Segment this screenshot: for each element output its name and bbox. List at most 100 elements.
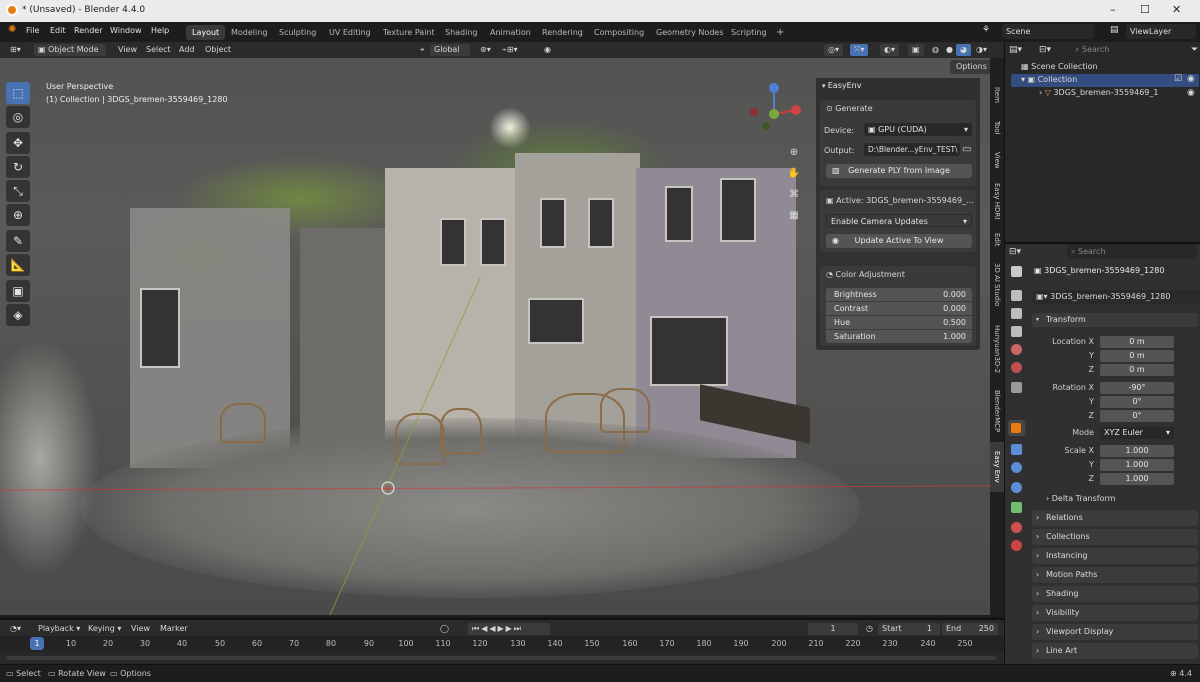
xray-icon[interactable]: ▣	[908, 44, 924, 56]
navigation-gizmo[interactable]	[748, 80, 808, 144]
properties-editor-icon[interactable]: ⊟▾	[1009, 247, 1021, 257]
rotation-y-field[interactable]: 0°	[1100, 396, 1174, 408]
timeline-editor-icon[interactable]: ◔▾	[6, 623, 25, 635]
tab-animation[interactable]: Animation	[484, 25, 537, 40]
ortho-grid-icon[interactable]: ▦	[786, 205, 802, 226]
menu-view[interactable]: View	[114, 44, 141, 56]
folder-icon[interactable]: ▭	[962, 144, 971, 155]
orientation-icon[interactable]: ⌖	[416, 44, 429, 56]
line-art-panel[interactable]: › Line Art	[1032, 643, 1198, 659]
outliner-editor-icon[interactable]: ▤▾	[1009, 45, 1022, 55]
display-mode-icon[interactable]: ⊟▾	[1039, 45, 1051, 55]
menu-window[interactable]: Window	[110, 26, 142, 35]
overlays-icon[interactable]: ◐▾	[880, 44, 899, 56]
collection-visibility-icon[interactable]: ◉	[1187, 74, 1195, 84]
rotation-x-field[interactable]: -90°	[1100, 382, 1174, 394]
modifiers-tab-icon[interactable]	[1011, 444, 1022, 455]
gizmo-toggle-icon[interactable]: ⤧▾	[850, 44, 869, 56]
tab-compositing[interactable]: Compositing	[588, 25, 650, 40]
properties-search[interactable]: ⌕ Search	[1067, 244, 1197, 259]
marker-menu[interactable]: Marker	[156, 623, 192, 635]
proportional-edit-icon[interactable]: ◉	[540, 44, 555, 56]
visibility-panel[interactable]: › Visibility	[1032, 605, 1198, 621]
current-frame-field[interactable]: 1	[808, 623, 858, 635]
camera-view-icon[interactable]: ⌘	[786, 184, 802, 205]
device-dropdown[interactable]: ▣ GPU (CUDA) ▾	[864, 123, 972, 136]
pivot-icon[interactable]: ⊛▾	[476, 44, 495, 56]
tab-easy-env[interactable]: Easy Env	[990, 442, 1004, 492]
object-row[interactable]: › ▽ 3DGS_bremen-3559469_1	[1039, 88, 1158, 97]
zoom-icon[interactable]: ⊕	[786, 142, 802, 163]
location-x-field[interactable]: 0 m	[1100, 336, 1174, 348]
output-path-field[interactable]: D:\Blender...yEnv_TEST\	[864, 143, 960, 156]
editor-type-icon[interactable]: ⊞▾	[6, 44, 25, 56]
saturation-slider[interactable]: Saturation 1.000	[826, 330, 972, 343]
tab-layout[interactable]: Layout	[186, 25, 226, 40]
tool-tab-icon[interactable]	[1011, 266, 1022, 277]
view-layer-selector[interactable]: ViewLayer	[1126, 24, 1196, 39]
timeline-scrollbar[interactable]	[6, 656, 996, 660]
rotation-mode-dropdown[interactable]: XYZ Euler ▾	[1100, 427, 1174, 439]
tab-tool[interactable]: Tool	[990, 114, 1004, 142]
menu-object[interactable]: Object	[201, 44, 235, 56]
tab-view[interactable]: View	[990, 146, 1004, 174]
collection-checkbox-icon[interactable]: ☑	[1174, 74, 1182, 84]
menu-edit[interactable]: Edit	[50, 26, 66, 35]
annotate-tool-icon[interactable]: ✎	[6, 230, 30, 252]
menu-add[interactable]: Add	[175, 44, 199, 56]
visibility-icon[interactable]: ◎▾	[824, 44, 843, 56]
material-tab-icon[interactable]	[1011, 522, 1022, 533]
tab-3d-ai-studio[interactable]: 3D AI Studio	[990, 256, 1004, 314]
update-active-button[interactable]: ◉ Update Active To View	[826, 234, 972, 248]
start-frame-field[interactable]: Start 1	[878, 623, 940, 635]
viewport-display-panel[interactable]: › Viewport Display	[1032, 624, 1198, 640]
blender-menu-icon[interactable]: ✺	[8, 24, 16, 35]
tab-sculpting[interactable]: Sculpting	[273, 25, 322, 40]
rotation-z-field[interactable]: 0°	[1100, 410, 1174, 422]
scale-y-field[interactable]: 1.000	[1100, 459, 1174, 471]
location-y-field[interactable]: 0 m	[1100, 350, 1174, 362]
particles-tab-icon[interactable]	[1011, 462, 1022, 473]
tab-blendermcp[interactable]: BlenderMCP	[990, 384, 1004, 438]
object-visibility-icon[interactable]: ◉	[1187, 88, 1195, 98]
outliner-search[interactable]: ⌕ Search	[1071, 42, 1187, 57]
object-name-field[interactable]: ▣ 3DGS_bremen-3559469_1280	[1034, 266, 1164, 275]
minimize-button[interactable]: –	[1110, 3, 1116, 16]
preview-range-icon[interactable]: ◷	[862, 623, 877, 635]
timeline-ruler[interactable]: 1 10 20 30 40 50 60 70 80 90 100 110 120…	[0, 636, 1004, 652]
contrast-slider[interactable]: Contrast 0.000	[826, 302, 972, 315]
tab-scripting[interactable]: Scripting	[725, 25, 773, 40]
menu-render[interactable]: Render	[74, 26, 102, 35]
hue-slider[interactable]: Hue 0.500	[826, 316, 972, 329]
rendered-shading-icon[interactable]: ◑▾	[972, 44, 991, 56]
tab-modeling[interactable]: Modeling	[225, 25, 273, 40]
world-tab-icon[interactable]	[1011, 362, 1022, 373]
scene-tab-icon[interactable]	[1011, 344, 1022, 355]
extra-tool-icon[interactable]: ◈	[6, 304, 30, 326]
relations-panel[interactable]: › Relations	[1032, 510, 1198, 526]
menu-file[interactable]: File	[26, 26, 39, 35]
mode-selector[interactable]: ▣ Object Mode ▾	[34, 44, 106, 66]
snap-icon[interactable]: ⌁⊞▾	[498, 44, 522, 56]
add-cube-tool-icon[interactable]: ▣	[6, 280, 30, 302]
tab-geometry-nodes[interactable]: Geometry Nodes	[650, 25, 729, 40]
collection-row[interactable]: ▾ ▣ Collection ☑ ◉	[1011, 74, 1199, 87]
texture-tab-icon[interactable]	[1011, 540, 1022, 551]
camera-updates-dropdown[interactable]: Enable Camera Updates ▾	[826, 214, 972, 227]
constraints-tab-icon[interactable]	[1011, 502, 1022, 513]
tab-texture-paint[interactable]: Texture Paint	[377, 25, 441, 40]
material-shading-icon[interactable]: ◕	[956, 44, 971, 56]
scene-selector[interactable]: Scene	[1002, 24, 1094, 39]
scale-x-field[interactable]: 1.000	[1100, 445, 1174, 457]
orientation-selector[interactable]: Global	[430, 44, 470, 56]
viewport-options-button[interactable]: Options ▾	[950, 60, 990, 85]
generate-section-header[interactable]: ⊙ Generate	[826, 104, 873, 113]
instancing-panel[interactable]: › Instancing	[1032, 548, 1198, 564]
view-layer-tab-icon[interactable]	[1011, 326, 1022, 337]
collection-tab-icon[interactable]	[1011, 382, 1022, 393]
brightness-slider[interactable]: Brightness 0.000	[826, 288, 972, 301]
scale-tool-icon[interactable]: ⤡	[6, 180, 30, 202]
add-workspace-button[interactable]: +	[770, 25, 790, 40]
physics-tab-icon[interactable]	[1011, 482, 1022, 493]
color-adjustment-header[interactable]: ◔ Color Adjustment	[826, 270, 905, 279]
